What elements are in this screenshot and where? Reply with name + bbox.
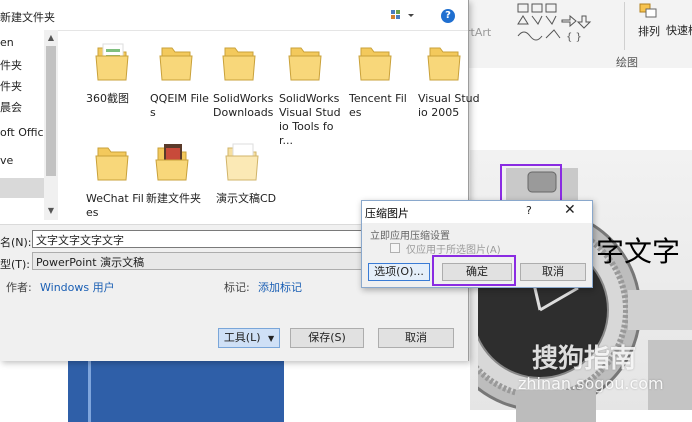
blue-panel-edge	[88, 360, 91, 422]
ribbon-separator	[624, 2, 625, 50]
options-button[interactable]: 选项(O)...	[368, 263, 430, 281]
file-name: QQEIM Files	[150, 92, 209, 119]
watermark-title: 搜狗指南	[532, 344, 637, 374]
file-name: WeChat Files	[86, 192, 144, 219]
nav-scrollbar-thumb[interactable]	[46, 46, 56, 176]
close-icon[interactable]: ✕	[564, 202, 576, 218]
file-item[interactable]: WeChat Files	[86, 140, 148, 220]
file-name: SolidWorks Downloads	[213, 92, 274, 119]
cancel-button[interactable]: 取消	[520, 263, 586, 281]
file-item[interactable]: Tencent Files	[349, 40, 411, 120]
new-folder-button[interactable]: 新建文件夹	[0, 9, 55, 25]
view-options-icon[interactable]	[390, 8, 418, 22]
shapes-gallery[interactable]: { }	[516, 2, 616, 42]
file-item[interactable]: Visual Studio 2005	[418, 40, 480, 120]
watermark-url: zhinan.sogou.com	[518, 374, 664, 393]
help-icon[interactable]: ?	[441, 9, 455, 23]
slide-thumbnail-pane	[0, 360, 69, 422]
file-name: 360截图	[86, 92, 129, 105]
cancel-button[interactable]: 取消	[378, 328, 454, 348]
nav-item[interactable]: ve	[0, 154, 13, 167]
dropdown-arrow-icon: ▼	[268, 334, 275, 343]
folder-icon	[222, 47, 256, 81]
wordart-label: rtArt	[466, 26, 492, 39]
file-name: Tencent Files	[349, 92, 407, 119]
file-item[interactable]: QQEIM Files	[150, 40, 212, 120]
filename-label: 名(N):	[0, 236, 32, 249]
nav-item[interactable]: en	[0, 36, 14, 49]
nav-item[interactable]: 件夹	[0, 78, 22, 94]
selection-highlight-box	[500, 164, 562, 202]
filetype-label: 型(T):	[0, 258, 31, 271]
dialog-title: 压缩图片	[365, 207, 409, 220]
file-name: 新建文件夹	[146, 192, 201, 205]
folder-icon	[427, 47, 461, 81]
quick-styles-label[interactable]: 快速样	[666, 22, 692, 38]
nav-item[interactable]: oft Office	[0, 126, 50, 139]
slide-title-text[interactable]: 字文字	[596, 230, 680, 270]
author-label: 作者:	[6, 281, 32, 294]
tools-dropdown-button[interactable]: 工具(L) ▼	[218, 328, 280, 348]
apply-selected-only-label: 仅应用于所选图片(A)	[406, 245, 501, 256]
folder-icon	[225, 143, 259, 181]
folder-icon	[95, 147, 129, 181]
file-item[interactable]: 新建文件夹	[146, 140, 212, 206]
tools-label: 工具(L)	[223, 331, 261, 344]
blue-panel	[68, 360, 284, 422]
file-name: Visual Studio 2005	[418, 92, 480, 119]
file-name: 演示文稿CD	[216, 192, 277, 205]
author-value[interactable]: Windows 用户	[40, 279, 115, 295]
save-as-dialog: 新建文件夹 ? en 件夹 件夹 晨会 oft Office ve ▲ ▼ 36…	[0, 0, 480, 361]
apply-selected-only-checkbox[interactable]	[390, 243, 400, 253]
ribbon: rtArt { } 排列 快速样 绘图	[466, 0, 692, 69]
ok-highlight-box	[432, 255, 516, 286]
folder-icon	[95, 43, 129, 81]
svg-text:{ }: { }	[566, 32, 582, 42]
arrange-label: 排列	[638, 25, 660, 38]
nav-item[interactable]: 件夹	[0, 57, 22, 73]
nav-item[interactable]: 晨会	[0, 99, 22, 115]
scroll-up-icon[interactable]: ▲	[46, 33, 56, 43]
folder-icon	[159, 47, 193, 81]
arrange-button[interactable]: 排列	[634, 2, 664, 46]
scroll-down-icon[interactable]: ▼	[46, 206, 56, 216]
help-icon[interactable]: ?	[526, 204, 532, 217]
file-item[interactable]: SolidWorks Visual Studio Tools for...	[279, 40, 341, 148]
photo-folder-icon	[155, 144, 189, 181]
nav-selected-highlight	[0, 178, 44, 198]
file-item[interactable]: 演示文稿CD	[216, 140, 278, 206]
arrange-icon	[639, 3, 657, 18]
compress-section-label: 立即应用压缩设置	[370, 231, 450, 242]
tags-label: 标记:	[224, 281, 250, 294]
file-item[interactable]: 360截图	[86, 40, 148, 106]
save-button[interactable]: 保存(S)	[290, 328, 364, 348]
add-tags-link[interactable]: 添加标记	[258, 279, 302, 295]
folder-icon	[358, 47, 392, 81]
file-name: SolidWorks Visual Studio Tools for...	[279, 92, 341, 147]
folder-icon	[288, 47, 322, 81]
file-item[interactable]: SolidWorks Downloads	[213, 40, 275, 120]
